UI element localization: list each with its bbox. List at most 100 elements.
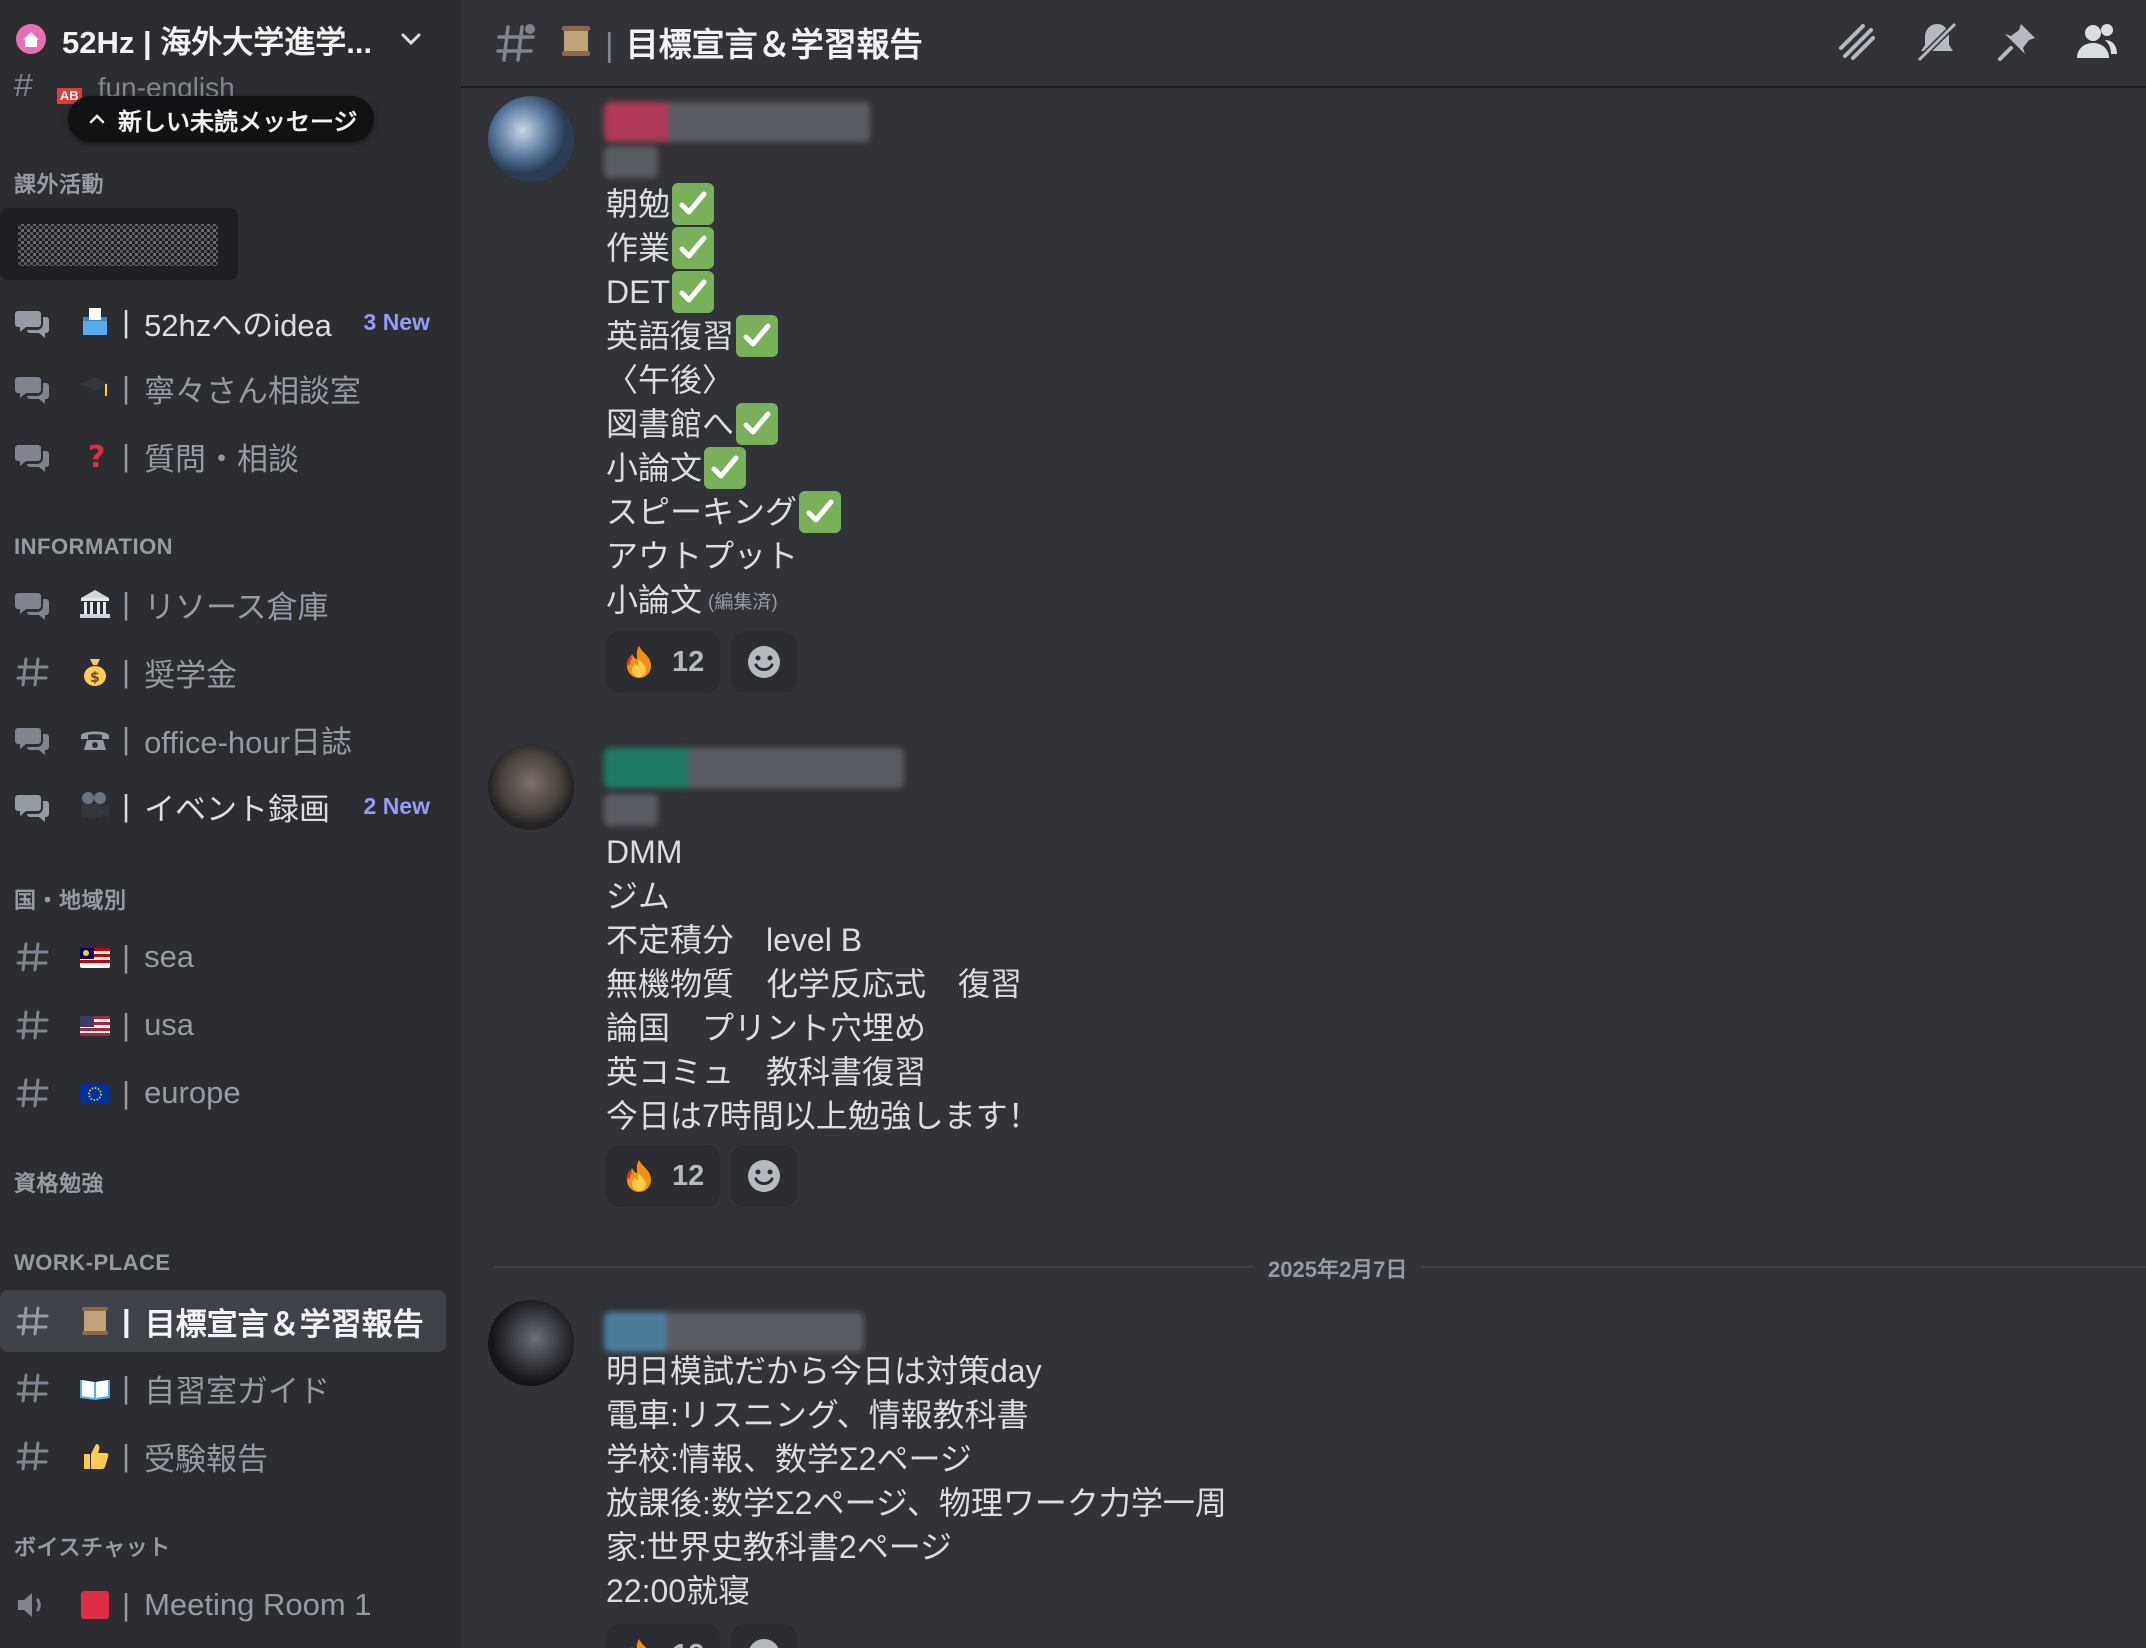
reaction-count: 12 <box>672 1639 704 1648</box>
category-extracurricular[interactable]: 課外活動 <box>2 168 104 198</box>
new-unread-messages-button[interactable]: 新しい未読メッセージ <box>68 96 374 142</box>
message-line: 図書館へ <box>606 402 841 446</box>
threads-icon[interactable] <box>1833 18 1881 66</box>
message-line: 英コミュ 教科書復習 <box>606 1054 927 1090</box>
category-information[interactable]: INFORMATION <box>2 532 173 562</box>
avatar[interactable] <box>488 1300 574 1386</box>
pin-icon[interactable] <box>1993 18 2041 66</box>
notification-mute-icon[interactable] <box>1913 18 1961 66</box>
server-header[interactable]: 52Hz | 海外大学進学... <box>0 0 461 78</box>
server-home-icon <box>16 24 46 54</box>
collapse-caret <box>2 542 12 552</box>
channel-study-room-guide[interactable]: | 自習室ガイド <box>0 1357 446 1419</box>
message-line: 朝勉 <box>606 182 841 226</box>
channel-52hz-idea[interactable]: | 52hzへのidea 3 New <box>0 291 446 353</box>
channel-name: office-hour日誌 <box>144 724 352 760</box>
channel-event-recordings[interactable]: | イベント録画 2 New <box>0 775 446 837</box>
text-channel-icon <box>16 942 49 972</box>
forum-icon <box>15 445 49 472</box>
channel-title: | 目標宣言＆学習報告 <box>605 26 923 63</box>
channel-questions[interactable]: ? | 質問・相談 <box>0 425 446 487</box>
add-reaction-button[interactable] <box>731 1624 797 1648</box>
channel-name: Meeting Room 1 <box>144 1587 372 1622</box>
channel-exam-report[interactable]: | 受験報告 <box>0 1425 446 1487</box>
separator: | <box>122 939 131 974</box>
redacted-channel[interactable] <box>0 208 238 280</box>
channel-usa[interactable]: | usa <box>0 994 446 1056</box>
channel-sea[interactable]: | sea <box>0 926 446 988</box>
category-voice[interactable]: ボイスチャット <box>2 1531 171 1561</box>
channel-goal-report[interactable]: | 目標宣言＆学習報告 <box>0 1290 446 1352</box>
channel-header: | 目標宣言＆学習報告 <box>461 0 2146 88</box>
collapse-caret <box>2 1177 12 1187</box>
message-line: 明日模試だから今日は対策day <box>606 1353 1042 1389</box>
channel-resource-warehouse[interactable]: | リソース倉庫 <box>0 573 446 635</box>
new-badge: 3 New <box>363 308 430 335</box>
add-reaction-button[interactable] <box>731 1145 797 1207</box>
redacted-username[interactable] <box>604 102 870 142</box>
text-channel-icon <box>16 1010 49 1040</box>
red-question-mark-emoji: ? <box>88 440 105 473</box>
message-line: DMM <box>606 834 683 870</box>
channel-scholarship[interactable]: $ | 奨学金 <box>0 641 446 703</box>
category-region[interactable]: 国・地域別 <box>2 884 127 914</box>
date-divider: 2025年2月7日 <box>494 1252 2146 1284</box>
separator: | <box>122 721 131 756</box>
channel-europe[interactable]: | europe <box>0 1062 446 1124</box>
channel-office-hour[interactable]: | office-hour日誌 <box>0 708 446 770</box>
channel-name: sea <box>144 939 195 974</box>
check-mark-icon <box>704 447 747 489</box>
collapse-caret <box>2 1541 12 1551</box>
separator: | <box>122 304 131 339</box>
check-mark-icon <box>672 227 715 269</box>
reaction-count: 12 <box>672 645 705 678</box>
redacted-username[interactable] <box>604 748 904 788</box>
separator: | <box>122 1303 131 1338</box>
category-label: 課外活動 <box>14 172 105 197</box>
channel-meeting-room-1[interactable]: | Meeting Room 1 <box>0 1574 446 1636</box>
new-badge: 2 New <box>363 792 430 819</box>
redacted-username[interactable] <box>604 1312 864 1352</box>
message-body: 朝勉 作業 DET 英語復習 〈午後〉 図書館へ 小論文 スピーキング アウトプ… <box>606 182 842 622</box>
chevron-down-icon[interactable] <box>396 24 426 54</box>
fire-icon <box>631 1639 647 1648</box>
channel-name: 自習室ガイド <box>144 1373 331 1409</box>
separator: | <box>122 788 131 823</box>
channel-name: 寧々さん相談室 <box>144 373 362 409</box>
usa-flag-emoji <box>80 1016 110 1036</box>
forum-icon <box>15 377 49 404</box>
eu-flag-emoji <box>80 1084 110 1104</box>
fire-reaction[interactable]: 12 <box>606 631 721 693</box>
telephone-emoji <box>81 731 109 750</box>
forum-icon <box>15 311 49 338</box>
check-mark-icon <box>672 271 714 313</box>
scroll-emoji <box>82 1307 108 1335</box>
message-line: ジム <box>606 878 671 914</box>
svg-text:$: $ <box>90 670 100 686</box>
category-label: ボイスチャット <box>14 1535 171 1560</box>
avatar[interactable] <box>488 744 574 830</box>
category-workplace[interactable]: WORK-PLACE <box>2 1248 171 1278</box>
add-reaction-button[interactable] <box>731 631 797 693</box>
server-name: 52Hz | 海外大学進学... <box>62 24 373 60</box>
message-line: 英語復習 <box>606 314 841 358</box>
category-qualification[interactable]: 資格勉強 <box>2 1167 104 1197</box>
separator: | <box>122 1587 131 1622</box>
separator: | <box>122 654 131 689</box>
check-mark-icon <box>799 491 842 533</box>
separator: | <box>122 1370 131 1405</box>
separator: | <box>122 586 131 621</box>
avatar[interactable] <box>488 96 574 182</box>
message-line: 放課後:数学Σ2ページ、物理ワーク力学一周 <box>606 1485 1227 1521</box>
member-list-icon[interactable] <box>2073 18 2121 66</box>
channel-name: usa <box>144 1007 195 1042</box>
message-line: 作業 <box>606 226 841 270</box>
malaysia-flag-emoji <box>80 948 110 968</box>
ballot-box-emoji <box>83 308 107 335</box>
fire-icon <box>626 646 651 678</box>
forum-icon <box>15 795 49 822</box>
channel-nene-counsel[interactable]: | 寧々さん相談室 <box>0 357 446 419</box>
fire-reaction[interactable]: 12 <box>606 1145 721 1207</box>
fire-reaction[interactable]: 12 <box>606 1624 721 1648</box>
date-label: 2025年2月7日 <box>1254 1252 1422 1284</box>
